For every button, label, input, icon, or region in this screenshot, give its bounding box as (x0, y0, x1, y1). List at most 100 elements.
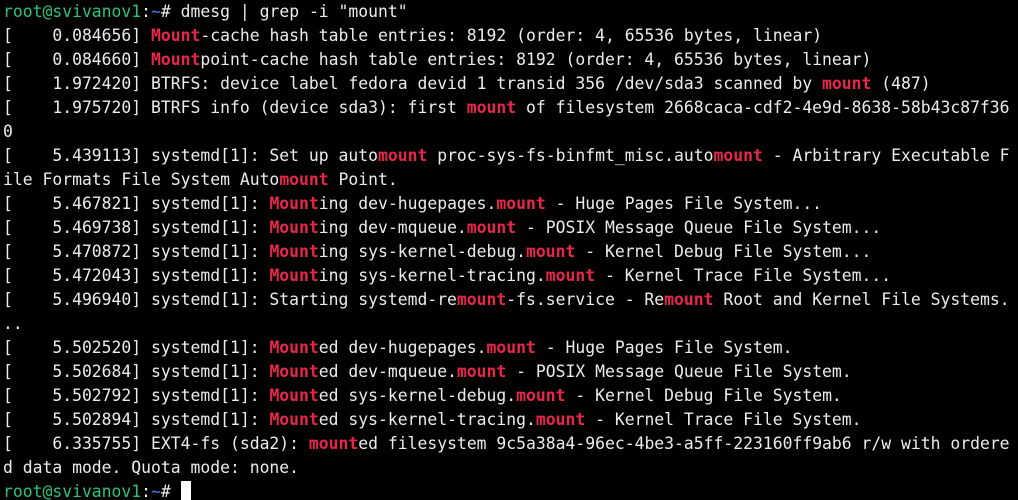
output-text: - Kernel Debug File System. (565, 386, 842, 405)
output-text: - Arbitrary Executable F (762, 146, 1010, 165)
output-text: ed sys-kernel-debug. (318, 386, 517, 405)
output-text: [ 1.975720] BTRFS info (device sda3): fi… (3, 98, 467, 117)
output-text: - POSIX Message Queue File System... (516, 218, 882, 237)
output-text: [ 6.335755] EXT4-fs (sda2): (3, 434, 309, 453)
output-text: [ 5.472043] systemd[1]: (3, 266, 270, 285)
prompt-colon: : (141, 482, 152, 500)
output-text: (487) (871, 74, 931, 93)
prompt-path: ~ (151, 2, 161, 21)
output-text: point-cache hash table entries: 8192 (or… (200, 50, 872, 69)
match-highlight: Mount (269, 386, 319, 405)
output-line: [ 5.439113] systemd[1]: Set up automount… (3, 144, 1018, 168)
output-text: - Kernel Trace File System. (585, 410, 862, 429)
output-line: [ 5.502894] systemd[1]: Mounted sys-kern… (3, 408, 1018, 432)
output-text: [ 5.502894] systemd[1]: (3, 410, 270, 429)
output-line: [ 1.975720] BTRFS info (device sda3): fi… (3, 96, 1018, 120)
output-line: .. (3, 312, 1018, 336)
output-line: [ 5.469738] systemd[1]: Mounting dev-mqu… (3, 216, 1018, 240)
output-line: [ 5.502792] systemd[1]: Mounted sys-kern… (3, 384, 1018, 408)
prompt-symbol: # (160, 2, 181, 21)
output-text: [ 5.439113] systemd[1]: Set up auto (3, 146, 378, 165)
match-highlight: Mount (269, 266, 319, 285)
output-text: - Kernel Trace File System... (595, 266, 892, 285)
output-text: -fs.service - Re (506, 290, 665, 309)
output-text: Point. (328, 170, 398, 189)
match-highlight: mount (456, 362, 507, 381)
match-highlight: Mount (269, 410, 319, 429)
output-text: ing sys-kernel-tracing. (318, 266, 546, 285)
command-text: dmesg | grep -i "mount" (180, 2, 408, 21)
output-line: 0 (3, 120, 1018, 144)
match-highlight: mount (822, 74, 872, 93)
match-highlight: mount (526, 242, 576, 261)
output-text: [ 5.502684] systemd[1]: (3, 362, 270, 381)
output-text: [ 5.502792] systemd[1]: (3, 386, 270, 405)
output-text: .. (3, 314, 23, 333)
command-output: [ 0.084656] Mount-cache hash table entri… (3, 24, 1018, 480)
output-text: - Kernel Debug File System... (575, 242, 872, 261)
prompt-user-host: root@svivanov1 (3, 482, 142, 500)
output-text: d data mode. Quota mode: none. (3, 458, 300, 477)
output-text: - Huge Pages File System. (535, 338, 793, 357)
match-highlight: Mount (151, 50, 201, 69)
match-highlight: Mount (269, 338, 319, 357)
match-highlight: mount (545, 266, 596, 285)
output-line: [ 6.335755] EXT4-fs (sda2): mounted file… (3, 432, 1018, 456)
output-line: [ 5.472043] systemd[1]: Mounting sys-ker… (3, 264, 1018, 288)
output-text: of filesystem 2668caca-cdf2-4e9d-8638-58… (516, 98, 1010, 117)
output-text: [ 0.084660] (3, 50, 152, 69)
prompt-user-host: root@svivanov1 (3, 2, 142, 21)
output-text: [ 5.502520] systemd[1]: (3, 338, 270, 357)
output-text: [ 1.972420] BTRFS: device label fedora d… (3, 74, 823, 93)
output-text: [ 5.470872] systemd[1]: (3, 242, 270, 261)
text-cursor[interactable] (180, 481, 191, 500)
output-line: [ 5.496940] systemd[1]: Starting systemd… (3, 288, 1018, 312)
active-prompt-line[interactable]: root@svivanov1:~# (3, 480, 1018, 500)
match-highlight: mount (456, 290, 507, 309)
match-highlight: mount (535, 410, 586, 429)
match-highlight: mount (664, 290, 714, 309)
match-highlight: Mount (269, 362, 319, 381)
match-highlight: mount (377, 146, 428, 165)
output-text: Root and Kernel File Systems. (713, 290, 1010, 309)
output-text: ing sys-kernel-debug. (318, 242, 527, 261)
output-text: [ 5.469738] systemd[1]: (3, 218, 270, 237)
match-highlight: mount (713, 146, 763, 165)
output-line: [ 1.972420] BTRFS: device label fedora d… (3, 72, 1018, 96)
output-text: - Huge Pages File System... (545, 194, 823, 213)
prompt-path: ~ (151, 482, 161, 500)
output-text: ed sys-kernel-tracing. (318, 410, 536, 429)
output-text: [ 0.084656] (3, 26, 152, 45)
match-highlight: mount (516, 386, 566, 405)
output-line: [ 5.502684] systemd[1]: Mounted dev-mque… (3, 360, 1018, 384)
output-text: 0 (3, 122, 13, 141)
match-highlight: Mount (269, 242, 319, 261)
output-text: [ 5.467821] systemd[1]: (3, 194, 270, 213)
output-text: ed dev-hugepages. (318, 338, 487, 357)
match-highlight: Mount (269, 194, 319, 213)
output-line: [ 5.470872] systemd[1]: Mounting sys-ker… (3, 240, 1018, 264)
match-highlight: mount (466, 218, 517, 237)
output-line: d data mode. Quota mode: none. (3, 456, 1018, 480)
output-line: [ 0.084660] Mountpoint-cache hash table … (3, 48, 1018, 72)
match-highlight: mount (466, 98, 517, 117)
output-line: [ 5.502520] systemd[1]: Mounted dev-huge… (3, 336, 1018, 360)
output-text: proc-sys-fs-binfmt_misc.auto (427, 146, 714, 165)
prompt-colon: : (141, 2, 152, 21)
output-text: ing dev-hugepages. (318, 194, 497, 213)
match-highlight: mount (308, 434, 359, 453)
prompt-symbol: # (160, 482, 181, 500)
output-text: ed dev-mqueue. (318, 362, 457, 381)
output-line: [ 5.467821] systemd[1]: Mounting dev-hug… (3, 192, 1018, 216)
output-text: [ 5.496940] systemd[1]: Starting systemd… (3, 290, 457, 309)
match-highlight: mount (486, 338, 536, 357)
output-text: - POSIX Message Queue File System. (506, 362, 852, 381)
terminal-window[interactable]: root@svivanov1:~# dmesg | grep -i "mount… (0, 0, 1018, 500)
output-text: -cache hash table entries: 8192 (order: … (200, 26, 823, 45)
output-text: ing dev-mqueue. (318, 218, 467, 237)
output-text: ile Formats File System Auto (3, 170, 280, 189)
match-highlight: Mount (269, 218, 319, 237)
output-text: ed filesystem 9c5a38a4-96ec-4be3-a5ff-22… (358, 434, 1010, 453)
match-highlight: Mount (151, 26, 201, 45)
command-line: root@svivanov1:~# dmesg | grep -i "mount… (3, 0, 1018, 24)
